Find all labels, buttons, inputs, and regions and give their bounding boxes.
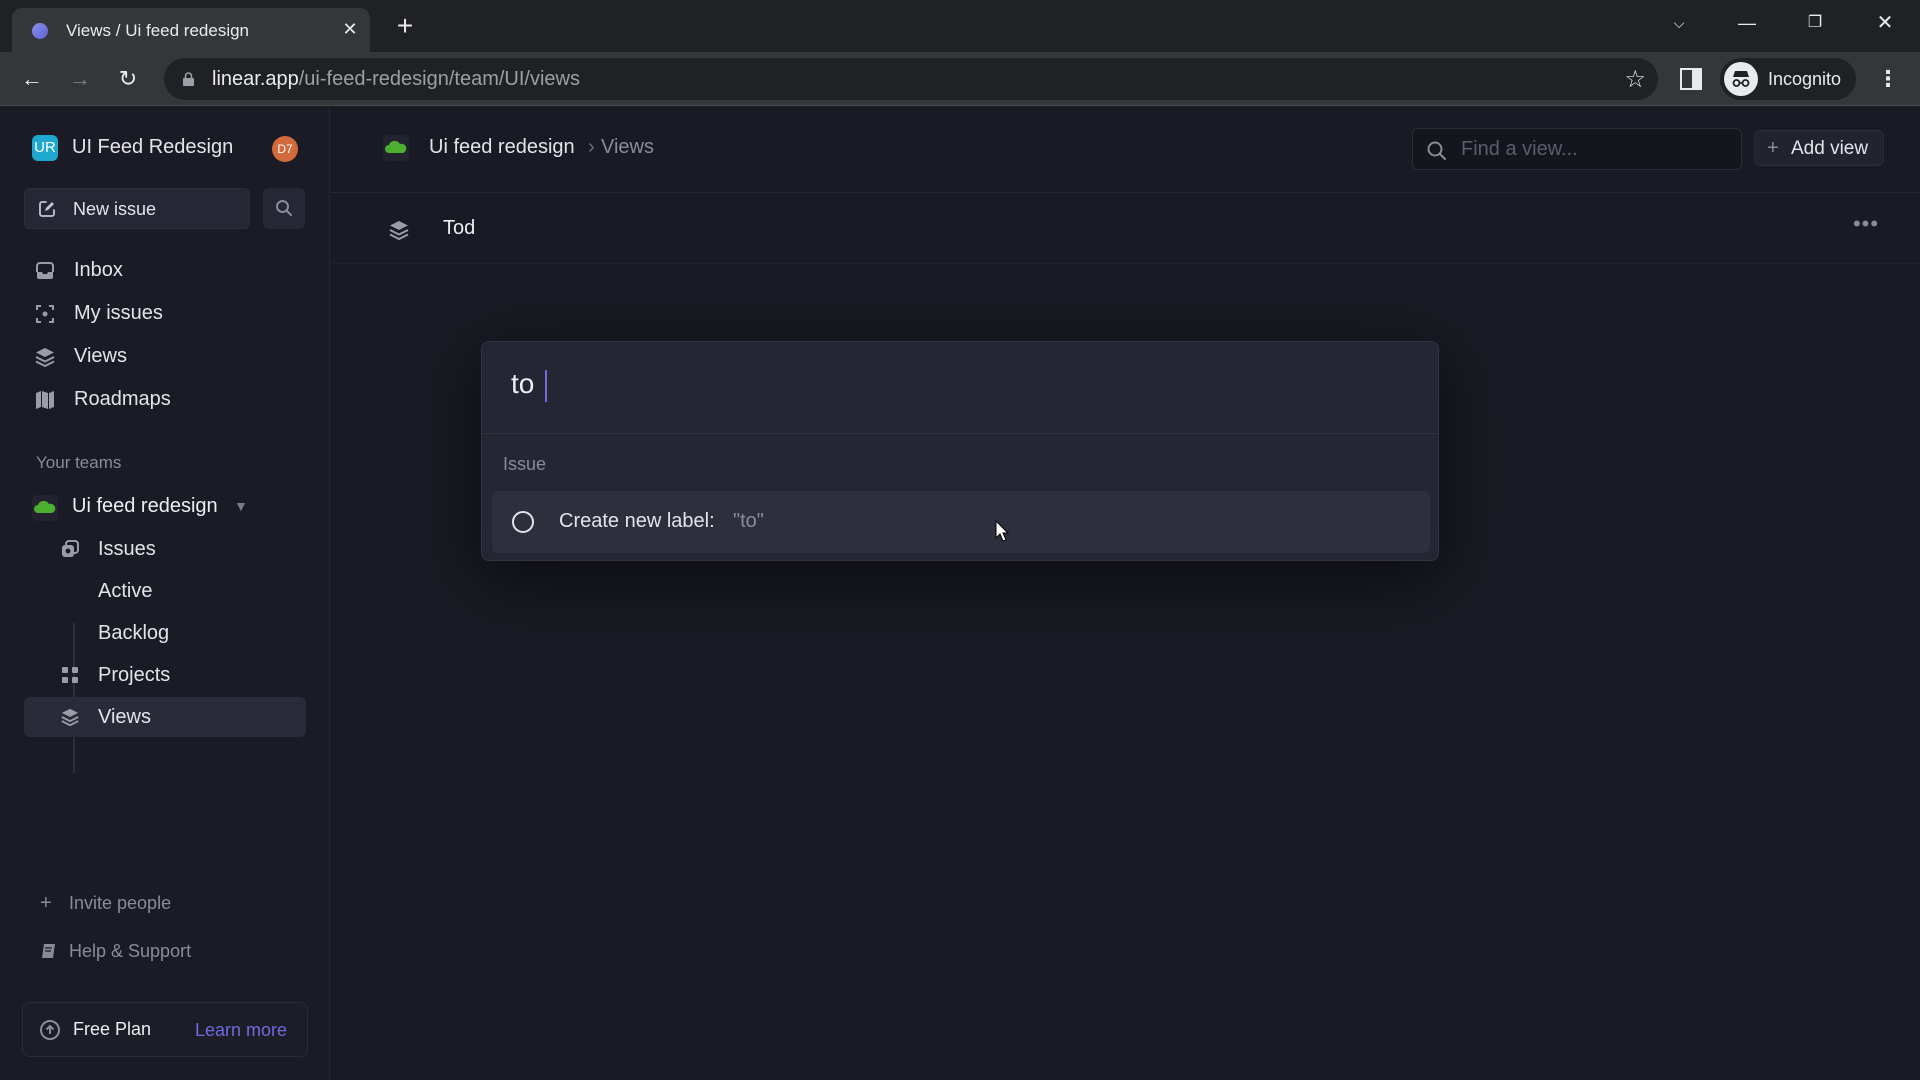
team-item-label: Projects xyxy=(98,664,171,686)
url-path: /ui-feed-redesign/team/UI/views xyxy=(298,68,580,90)
forward-button[interactable]: → xyxy=(63,62,97,96)
team-row[interactable]: Ui feed redesign ▼ xyxy=(24,487,306,527)
workspace-name[interactable]: UI Feed Redesign xyxy=(72,136,233,159)
circle-icon xyxy=(512,511,534,533)
free-plan-banner: Free Plan Learn more xyxy=(22,1002,308,1057)
close-window-button[interactable]: ✕ xyxy=(1862,8,1908,38)
team-item-backlog[interactable]: Backlog xyxy=(50,613,306,653)
your-teams-label: Your teams xyxy=(36,453,122,472)
find-view-input[interactable] xyxy=(1461,138,1731,161)
views-icon xyxy=(61,708,79,727)
sidebar-item-inbox[interactable]: Inbox xyxy=(24,250,306,290)
add-view-button[interactable]: + Add view xyxy=(1754,130,1884,166)
text-caret xyxy=(545,370,547,402)
workspace-logo[interactable]: UR xyxy=(32,135,58,161)
team-item-label: Views xyxy=(98,706,151,728)
restore-button[interactable]: ❐ xyxy=(1792,8,1838,38)
breadcrumb-team[interactable]: Ui feed redesign xyxy=(429,136,575,159)
create-label-option[interactable]: Create new label: "to" xyxy=(492,491,1430,553)
team-item-label: Backlog xyxy=(98,622,170,644)
roadmap-icon xyxy=(36,391,54,409)
sidebar-item-label: Views xyxy=(74,345,127,367)
projects-grid-icon xyxy=(62,667,78,683)
team-cloud-icon xyxy=(32,495,58,521)
browser-toolbar: ← → ↻ linear.app/ui-feed-redesign/team/U… xyxy=(0,52,1920,106)
team-item-label: Issues xyxy=(98,538,156,560)
breadcrumb-separator: › xyxy=(588,136,595,158)
new-tab-button[interactable]: + xyxy=(390,12,420,42)
free-plan-label: Free Plan xyxy=(73,1019,152,1039)
breadcrumb-current-page: Views xyxy=(601,136,654,158)
mouse-pointer-icon xyxy=(995,520,1009,542)
lock-icon xyxy=(183,72,194,86)
incognito-icon xyxy=(1724,62,1758,96)
sidebar-item-views[interactable]: Views xyxy=(24,336,306,376)
team-item-issues[interactable]: Issues xyxy=(50,529,306,569)
back-button[interactable]: ← xyxy=(15,62,49,96)
side-panel-icon[interactable] xyxy=(1680,68,1702,90)
invite-people-label: Invite people xyxy=(69,893,172,913)
url-text: linear.app/ui-feed-redesign/team/UI/view… xyxy=(212,68,580,91)
team-item-views[interactable]: Views xyxy=(24,697,306,737)
new-issue-label: New issue xyxy=(73,199,157,219)
team-cloud-icon xyxy=(383,135,409,161)
minimize-button[interactable]: — xyxy=(1724,8,1770,38)
views-icon xyxy=(35,348,55,368)
page-header: Ui feed redesign › Views + Add view xyxy=(331,107,1920,193)
tab-search-chevron-icon[interactable]: ⌵ xyxy=(1656,8,1702,38)
sidebar: UR UI Feed Redesign D7 New issue Inbox M… xyxy=(0,107,330,1080)
close-tab-icon[interactable]: ✕ xyxy=(338,17,362,41)
issues-icon xyxy=(62,540,79,557)
palette-group-label: Issue xyxy=(503,454,547,474)
view-name: Tod xyxy=(443,217,476,239)
browser-titlebar: Views / Ui feed redesign ✕ + ⌵ — ❐ ✕ xyxy=(0,0,1920,52)
command-palette: to Issue Create new label: "to" xyxy=(481,341,1439,561)
sidebar-item-my-issues[interactable]: My issues xyxy=(24,293,306,333)
team-name: Ui feed redesign xyxy=(72,495,218,517)
sidebar-item-label: Inbox xyxy=(74,259,123,281)
user-avatar[interactable]: D7 xyxy=(272,136,298,162)
search-icon xyxy=(1427,141,1446,160)
address-bar[interactable]: linear.app/ui-feed-redesign/team/UI/view… xyxy=(164,58,1658,100)
plus-icon: + xyxy=(1767,137,1779,159)
help-support-label: Help & Support xyxy=(69,941,192,961)
palette-query[interactable]: to xyxy=(511,368,534,400)
learn-more-link[interactable]: Learn more xyxy=(195,1020,287,1041)
team-item-active[interactable]: Active xyxy=(50,571,306,611)
option-value: "to" xyxy=(733,510,764,532)
find-view-search[interactable] xyxy=(1412,128,1742,170)
browser-menu-icon[interactable]: ⋮ xyxy=(1876,64,1900,94)
more-options-icon[interactable]: ••• xyxy=(1851,212,1881,242)
my-issues-icon xyxy=(36,305,54,323)
team-item-projects[interactable]: Projects xyxy=(50,655,306,695)
sidebar-item-label: My issues xyxy=(74,302,163,324)
book-icon xyxy=(42,944,55,958)
sidebar-item-label: Roadmaps xyxy=(74,388,171,410)
upgrade-arrow-icon xyxy=(40,1020,60,1040)
plus-icon: + xyxy=(40,892,52,914)
caret-down-icon[interactable]: ▼ xyxy=(234,498,248,514)
linear-favicon-icon xyxy=(32,23,48,39)
compose-icon xyxy=(39,201,55,217)
add-view-label: Add view xyxy=(1791,138,1869,159)
sidebar-item-roadmaps[interactable]: Roadmaps xyxy=(24,379,306,419)
main-content: Ui feed redesign › Views + Add view Tod … xyxy=(331,107,1920,1080)
incognito-label: Incognito xyxy=(1768,69,1842,89)
inbox-icon xyxy=(36,262,54,279)
view-list-item[interactable]: Tod ••• xyxy=(331,194,1920,264)
reload-button[interactable]: ↻ xyxy=(111,62,145,96)
search-icon xyxy=(276,200,292,216)
linear-app: UR UI Feed Redesign D7 New issue Inbox M… xyxy=(0,107,1920,1080)
tab-title: Views / Ui feed redesign xyxy=(66,21,250,40)
incognito-profile-button[interactable]: Incognito xyxy=(1720,58,1856,100)
new-issue-button[interactable]: New issue xyxy=(24,188,250,229)
browser-tab[interactable]: Views / Ui feed redesign ✕ xyxy=(12,8,370,52)
option-label: Create new label: xyxy=(559,510,715,532)
views-icon xyxy=(389,221,409,241)
team-item-label: Active xyxy=(98,580,153,602)
url-host: linear.app xyxy=(212,68,299,90)
sidebar-search-button[interactable] xyxy=(263,188,305,229)
palette-input-field[interactable]: to xyxy=(482,342,1438,434)
bookmark-star-icon[interactable]: ☆ xyxy=(1624,65,1646,94)
